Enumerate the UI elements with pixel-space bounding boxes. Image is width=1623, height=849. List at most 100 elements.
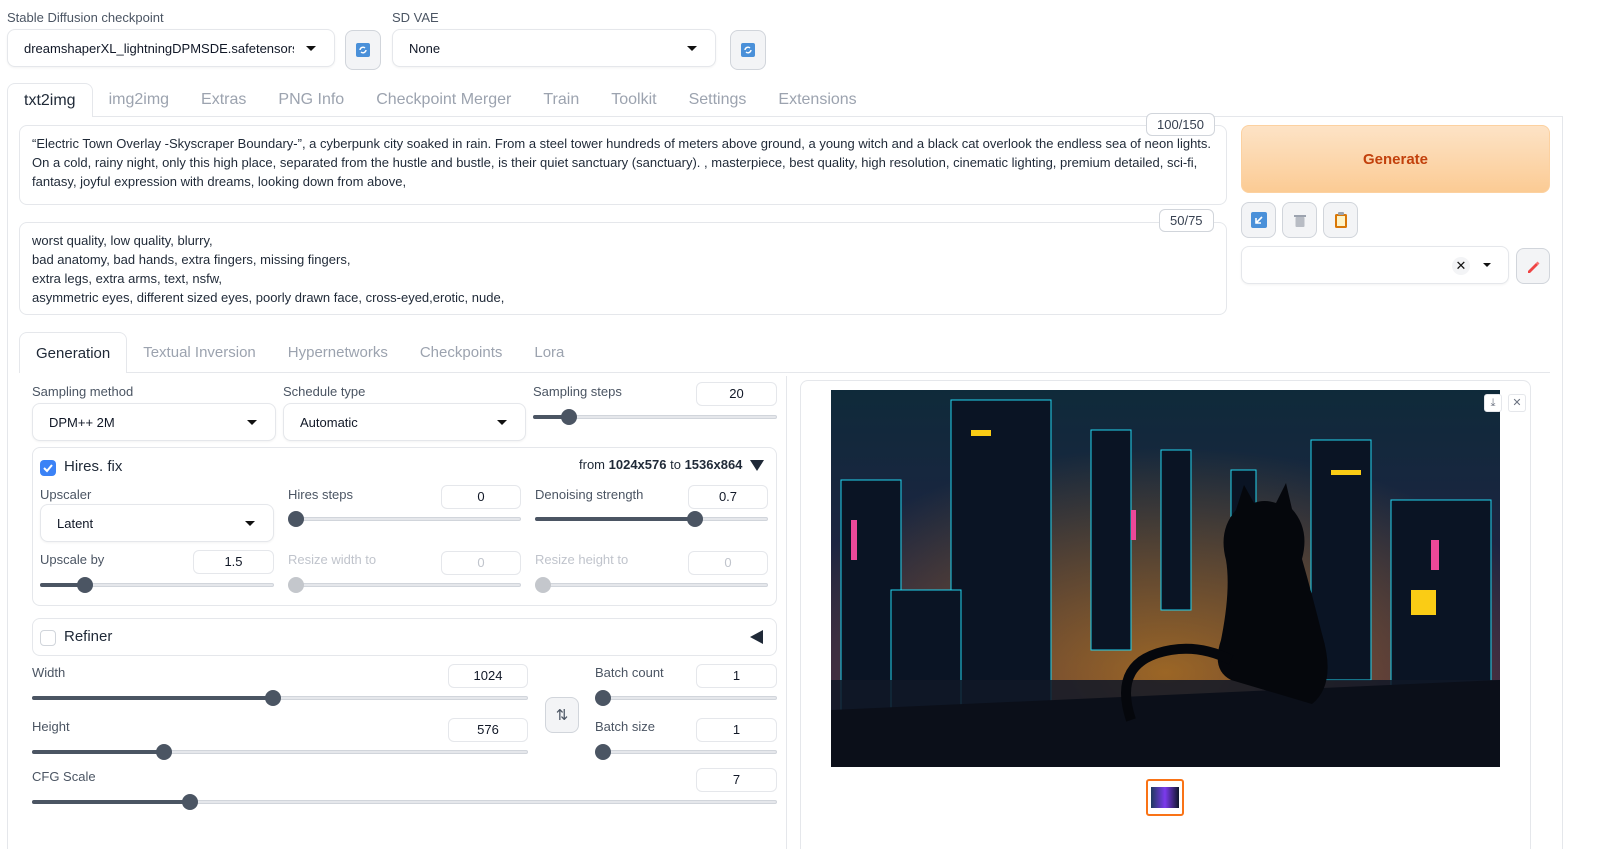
edit-styles-button[interactable]: [1516, 248, 1550, 284]
swap-dimensions-button[interactable]: ⇅: [545, 697, 579, 733]
tab-lora[interactable]: Lora: [518, 332, 580, 373]
sampling-method-label: Sampling method: [32, 384, 134, 399]
denoising-input[interactable]: 0.7: [688, 485, 768, 509]
thumbnail-image: [1151, 787, 1179, 808]
vae-dropdown[interactable]: None: [392, 29, 716, 67]
hires-fix-checkbox[interactable]: [40, 460, 56, 476]
negative-prompt-textarea[interactable]: worst quality, low quality, blurry, bad …: [19, 222, 1227, 315]
gallery-thumbnail[interactable]: [1146, 779, 1184, 816]
checkpoint-dropdown[interactable]: dreamshaperXL_lightningDPMSDE.safetensor…: [7, 29, 335, 67]
schedule-type-label: Schedule type: [283, 384, 366, 399]
tab-generation[interactable]: Generation: [19, 332, 128, 373]
download-icon[interactable]: ⤓: [1484, 394, 1502, 412]
chevron-down-icon: [247, 420, 257, 425]
refresh-vae-button[interactable]: [730, 30, 766, 70]
tab-train[interactable]: Train: [527, 83, 595, 117]
batch-size-input[interactable]: 1: [696, 718, 777, 742]
slider-thumb[interactable]: [561, 409, 577, 425]
schedule-type-value: Automatic: [300, 414, 358, 430]
check-icon: [43, 464, 53, 473]
tab-checkpoint-merger[interactable]: Checkpoint Merger: [360, 83, 527, 117]
cfg-scale-label: CFG Scale: [32, 769, 96, 784]
clear-prompt-button[interactable]: [1282, 202, 1317, 238]
sampling-steps-input[interactable]: 20: [696, 382, 777, 406]
from-prefix: from: [579, 457, 605, 472]
expand-triangle-icon[interactable]: [750, 630, 763, 644]
refiner-label: Refiner: [64, 628, 113, 645]
upscale-by-slider[interactable]: [40, 577, 274, 593]
styles-dropdown[interactable]: ✕: [1241, 246, 1509, 284]
resize-width-input[interactable]: 0: [441, 551, 521, 575]
cyberpunk-city-cat-image: [831, 390, 1500, 767]
slider-thumb[interactable]: [535, 577, 551, 593]
to-prefix: to: [670, 457, 681, 472]
tab-toolkit[interactable]: Toolkit: [595, 83, 672, 117]
resize-width-slider[interactable]: [288, 577, 521, 593]
sampling-method-dropdown[interactable]: DPM++ 2M: [32, 403, 276, 441]
tab-extensions[interactable]: Extensions: [762, 83, 872, 117]
refresh-checkpoint-button[interactable]: [345, 30, 381, 70]
chevron-down-icon: [687, 46, 697, 51]
generated-image[interactable]: [831, 390, 1500, 767]
slider-thumb[interactable]: [595, 690, 611, 706]
slider-thumb[interactable]: [77, 577, 93, 593]
schedule-type-dropdown[interactable]: Automatic: [283, 403, 526, 441]
height-input[interactable]: 576: [448, 718, 528, 742]
slider-thumb[interactable]: [595, 744, 611, 760]
checkpoint-label: Stable Diffusion checkpoint: [7, 10, 164, 25]
resize-width-label: Resize width to: [288, 552, 377, 567]
batch-count-input[interactable]: 1: [696, 664, 777, 688]
prompt-textarea[interactable]: “Electric Town Overlay -Skyscraper Bound…: [19, 125, 1227, 205]
resize-height-input[interactable]: 0: [688, 551, 768, 575]
cfg-scale-slider[interactable]: [32, 794, 777, 810]
paste-styles-button[interactable]: [1323, 202, 1358, 238]
generate-button[interactable]: Generate: [1241, 125, 1550, 193]
slider-thumb[interactable]: [288, 511, 304, 527]
tab-textual-inversion[interactable]: Textual Inversion: [127, 332, 272, 373]
main-tabs: txt2img img2img Extras PNG Info Checkpoi…: [7, 83, 873, 117]
batch-count-slider[interactable]: [595, 690, 777, 706]
upscale-by-input[interactable]: 1.5: [193, 550, 274, 574]
width-input[interactable]: 1024: [448, 664, 528, 688]
trash-icon: [1293, 215, 1306, 227]
tab-settings[interactable]: Settings: [673, 83, 763, 117]
read-params-button[interactable]: [1241, 202, 1276, 238]
prompt-token-counter: 100/150: [1146, 113, 1215, 136]
denoising-slider[interactable]: [535, 511, 768, 527]
checkpoint-value: dreamshaperXL_lightningDPMSDE.safetensor…: [24, 40, 294, 56]
sampling-steps-label: Sampling steps: [533, 384, 622, 399]
tab-hypernetworks[interactable]: Hypernetworks: [272, 332, 404, 373]
width-slider[interactable]: [32, 690, 528, 706]
refresh-icon: [741, 43, 755, 57]
upscaler-dropdown[interactable]: Latent: [40, 504, 274, 542]
pencil-icon: [1528, 261, 1540, 273]
cfg-scale-input[interactable]: 7: [696, 768, 777, 792]
close-icon[interactable]: ✕: [1452, 257, 1470, 275]
collapse-triangle-icon[interactable]: [750, 460, 764, 471]
tab-img2img[interactable]: img2img: [93, 83, 185, 117]
slider-thumb[interactable]: [156, 744, 172, 760]
hires-steps-input[interactable]: 0: [441, 485, 521, 509]
upscaler-value: Latent: [57, 515, 94, 531]
slider-thumb[interactable]: [265, 690, 281, 706]
refresh-icon: [356, 43, 370, 57]
hires-steps-slider[interactable]: [288, 511, 521, 527]
tab-checkpoints[interactable]: Checkpoints: [404, 332, 519, 373]
sampling-steps-slider[interactable]: [533, 409, 777, 425]
vae-value: None: [409, 40, 441, 56]
slider-thumb[interactable]: [288, 577, 304, 593]
tab-png-info[interactable]: PNG Info: [262, 83, 360, 117]
tab-extras[interactable]: Extras: [185, 83, 262, 117]
tab-txt2img[interactable]: txt2img: [7, 83, 93, 117]
slider-thumb[interactable]: [687, 511, 703, 527]
batch-count-label: Batch count: [595, 665, 664, 680]
refiner-checkbox[interactable]: [40, 630, 56, 646]
height-slider[interactable]: [32, 744, 528, 760]
resize-height-slider[interactable]: [535, 577, 768, 593]
close-icon[interactable]: ✕: [1508, 394, 1526, 412]
arrow-down-left-icon: [1250, 212, 1267, 228]
upscale-by-label: Upscale by: [40, 552, 105, 567]
hires-size-summary: from 1024x576 to 1536x864: [579, 457, 742, 472]
slider-thumb[interactable]: [182, 794, 198, 810]
batch-size-slider[interactable]: [595, 744, 777, 760]
